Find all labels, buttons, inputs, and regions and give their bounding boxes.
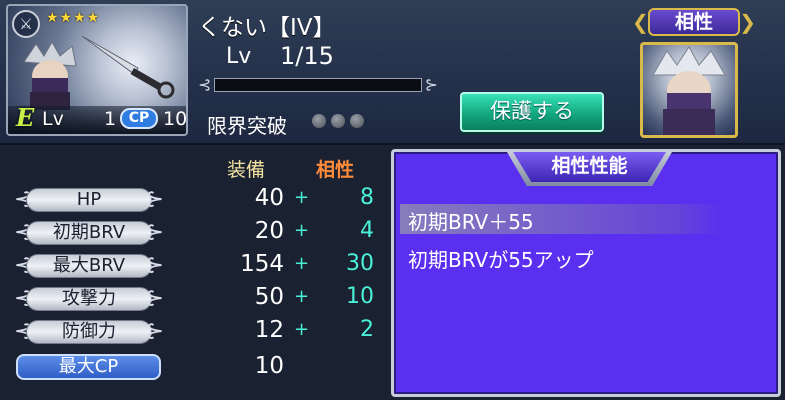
limit-break-pip <box>312 114 326 128</box>
stat-value: 12 <box>254 317 284 343</box>
stats-panel: 装備 相性 ⊰ HP ⊱ 40 + 8 ⊰ 初期BRV ⊱ 20 + 4 ⊰ 最… <box>0 147 388 400</box>
stat-row-attack: ⊰ 攻撃力 ⊱ 50 + 10 <box>0 284 388 314</box>
wing-right-icon: ❯ <box>739 10 756 34</box>
affinity-header: 相性 <box>316 159 355 181</box>
affinity-bonus: 8 <box>360 185 374 210</box>
affinity-panel-title-plate: 相性性能 <box>507 152 672 194</box>
plus-sign: + <box>294 220 310 241</box>
weapon-type-icon: ⚔ <box>12 10 40 38</box>
character-silhouette-icon <box>23 40 77 110</box>
arrow-right-icon: ⊱ <box>145 319 164 344</box>
rarity-stars: ★★★★ <box>46 10 101 26</box>
stat-value: 154 <box>240 251 284 277</box>
stat-row-defense: ⊰ 防御力 ⊱ 12 + 2 <box>0 317 388 347</box>
max-cp-label: 最大CP <box>16 354 161 380</box>
portrait-level-label: Lv <box>42 108 64 130</box>
stat-label-defense: ⊰ 防御力 ⊱ <box>14 319 164 344</box>
exp-bar-track <box>214 78 422 92</box>
stat-row-max-cp: 最大CP 10 <box>0 353 388 383</box>
affinity-character-portrait[interactable] <box>640 42 738 138</box>
portrait-level-value: 1 <box>104 108 117 130</box>
affinity-bonus: 30 <box>346 251 374 276</box>
weapon-name: くない【IV】 <box>198 15 336 41</box>
affinity-effect-panel: 相性性能 初期BRV＋55 初期BRVが55アップ <box>391 149 781 397</box>
stat-row-max-brv: ⊰ 最大BRV ⊱ 154 + 30 <box>0 251 388 281</box>
arrow-right-icon: ⊱ <box>145 253 164 278</box>
stat-row-hp: ⊰ HP ⊱ 40 + 8 <box>0 185 388 215</box>
arrow-right-icon: ⊱ <box>145 286 164 311</box>
plus-sign: + <box>294 187 310 208</box>
stat-row-initial-brv: ⊰ 初期BRV ⊱ 20 + 4 <box>0 218 388 248</box>
level-value: 1/15 <box>280 42 334 70</box>
equip-header: 装備 <box>227 159 266 181</box>
plus-sign: + <box>294 286 310 307</box>
kunai-weapon-icon <box>81 35 175 99</box>
max-cp-value: 10 <box>254 353 284 379</box>
affinity-effect-name: 初期BRV＋55 <box>408 210 534 234</box>
limit-break-label: 限界突破 <box>207 114 287 138</box>
affinity-bonus: 10 <box>346 284 374 309</box>
affinity-effect-description: 初期BRVが55アップ <box>408 248 594 272</box>
stat-value: 20 <box>254 218 284 244</box>
wing-left-icon: ❮ <box>632 10 649 34</box>
affinity-panel-title: 相性性能 <box>513 152 666 182</box>
equip-e-mark: E <box>16 103 35 132</box>
affinity-character-icon <box>652 46 726 135</box>
cp-badge: CP <box>120 108 158 129</box>
protect-button[interactable]: 保護する <box>460 92 604 132</box>
affinity-tag: ❮ 相性 ❯ <box>632 6 756 38</box>
exp-bar: ⊰ ⊱ <box>198 74 438 96</box>
stat-label-initial-brv: ⊰ 初期BRV ⊱ <box>14 220 164 245</box>
portrait-cp-value: 10 <box>163 108 188 130</box>
affinity-bonus: 4 <box>360 218 374 243</box>
level-label: Lv <box>226 44 252 69</box>
stat-label-hp: ⊰ HP ⊱ <box>14 187 164 212</box>
affinity-bonus: 2 <box>360 317 374 342</box>
plus-sign: + <box>294 253 310 274</box>
limit-break-pip <box>331 114 345 128</box>
unit-header-panel: ⚔ ★★★★ E Lv 1 CP 10 くない【IV】 Lv 1/15 ⊰ ⊱ … <box>0 0 785 145</box>
stat-label-max-brv: ⊰ 最大BRV ⊱ <box>14 253 164 278</box>
bar-left-ornament-icon: ⊰ <box>198 75 212 94</box>
stat-value: 40 <box>254 185 284 211</box>
stat-label-attack: ⊰ 攻撃力 ⊱ <box>14 286 164 311</box>
weapon-portrait[interactable]: ⚔ ★★★★ E Lv 1 CP 10 <box>6 4 188 136</box>
stat-value: 50 <box>254 284 284 310</box>
bar-right-ornament-icon: ⊱ <box>424 75 438 94</box>
plus-sign: + <box>294 319 310 340</box>
limit-break-pips <box>312 114 364 128</box>
arrow-right-icon: ⊱ <box>145 220 164 245</box>
limit-break-pip <box>350 114 364 128</box>
arrow-right-icon: ⊱ <box>145 187 164 212</box>
affinity-tag-label: 相性 <box>648 8 740 36</box>
portrait-level-bar: E Lv 1 CP 10 <box>8 103 188 134</box>
